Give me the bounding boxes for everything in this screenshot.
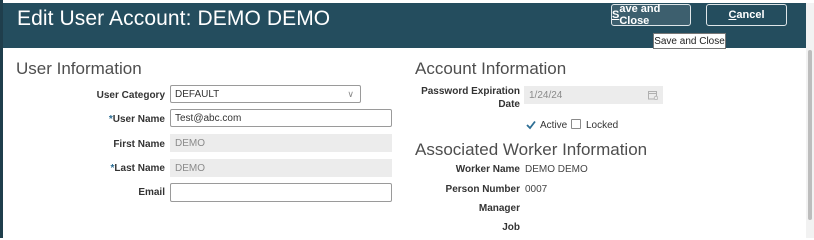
user-category-value: DEFAULT — [175, 88, 220, 100]
active-checkbox[interactable] — [526, 120, 536, 130]
password-expiration-date-value: 1/24/24 — [529, 89, 563, 101]
save-and-close-label: ave and Close — [619, 3, 661, 27]
scrollbar-thumb[interactable] — [808, 50, 812, 220]
locked-checkbox[interactable] — [571, 119, 581, 129]
chevron-down-icon: ∨ — [347, 89, 354, 99]
last-name-value: DEMO — [175, 162, 205, 174]
password-expiration-label-line2: Date — [498, 99, 520, 110]
cancel-button[interactable]: Cancel — [706, 4, 787, 26]
person-number-value: 0007 — [525, 184, 548, 195]
first-name-value: DEMO — [175, 137, 205, 149]
locked-checkbox-label[interactable]: Locked — [586, 120, 618, 131]
person-number-label: Person Number — [445, 184, 520, 195]
password-expiration-date-field: 1/24/24 — [524, 86, 663, 104]
email-input[interactable] — [170, 183, 392, 202]
account-information-heading: Account Information — [415, 59, 567, 78]
cancel-mnemonic: C — [728, 9, 737, 21]
worker-name-label: Worker Name — [455, 164, 520, 175]
worker-name-value: DEMO DEMO — [525, 164, 588, 175]
active-checkbox-label[interactable]: Active — [540, 120, 567, 131]
save-and-close-button[interactable]: Save and Close — [611, 3, 691, 27]
checkmark-icon — [526, 120, 536, 130]
last-name-field: DEMO — [170, 159, 392, 177]
first-name-label: First Name — [113, 139, 165, 150]
first-name-field: DEMO — [170, 134, 392, 152]
last-name-label: *Last Name — [60, 163, 165, 174]
last-name-label-text: Last Name — [114, 163, 165, 174]
calendar-icon — [648, 91, 658, 100]
password-expiration-label-line1: Password Expiration — [421, 86, 520, 97]
page-title: Edit User Account: DEMO DEMO — [17, 7, 331, 30]
user-name-label: *User Name — [60, 114, 165, 125]
user-name-input[interactable]: Test@abc.com — [170, 109, 392, 127]
save-and-close-mnemonic: S — [612, 9, 620, 21]
manager-label: Manager — [478, 203, 520, 214]
job-label: Job — [502, 222, 520, 233]
save-and-close-tooltip: Save and Close — [653, 33, 726, 49]
email-label: Email — [138, 187, 165, 198]
user-information-heading: User Information — [16, 59, 142, 78]
user-category-select[interactable]: DEFAULT ∨ — [170, 85, 361, 103]
user-name-value: Test@abc.com — [175, 112, 242, 124]
password-expiration-date-label: Password Expiration Date — [410, 85, 520, 111]
cancel-label: ancel — [736, 9, 765, 21]
user-name-label-text: User Name — [112, 114, 165, 125]
associated-worker-information-heading: Associated Worker Information — [415, 140, 648, 159]
user-category-label: User Category — [96, 90, 165, 101]
edit-user-account-page: Edit User Account: DEMO DEMO Save and Cl… — [0, 0, 814, 238]
